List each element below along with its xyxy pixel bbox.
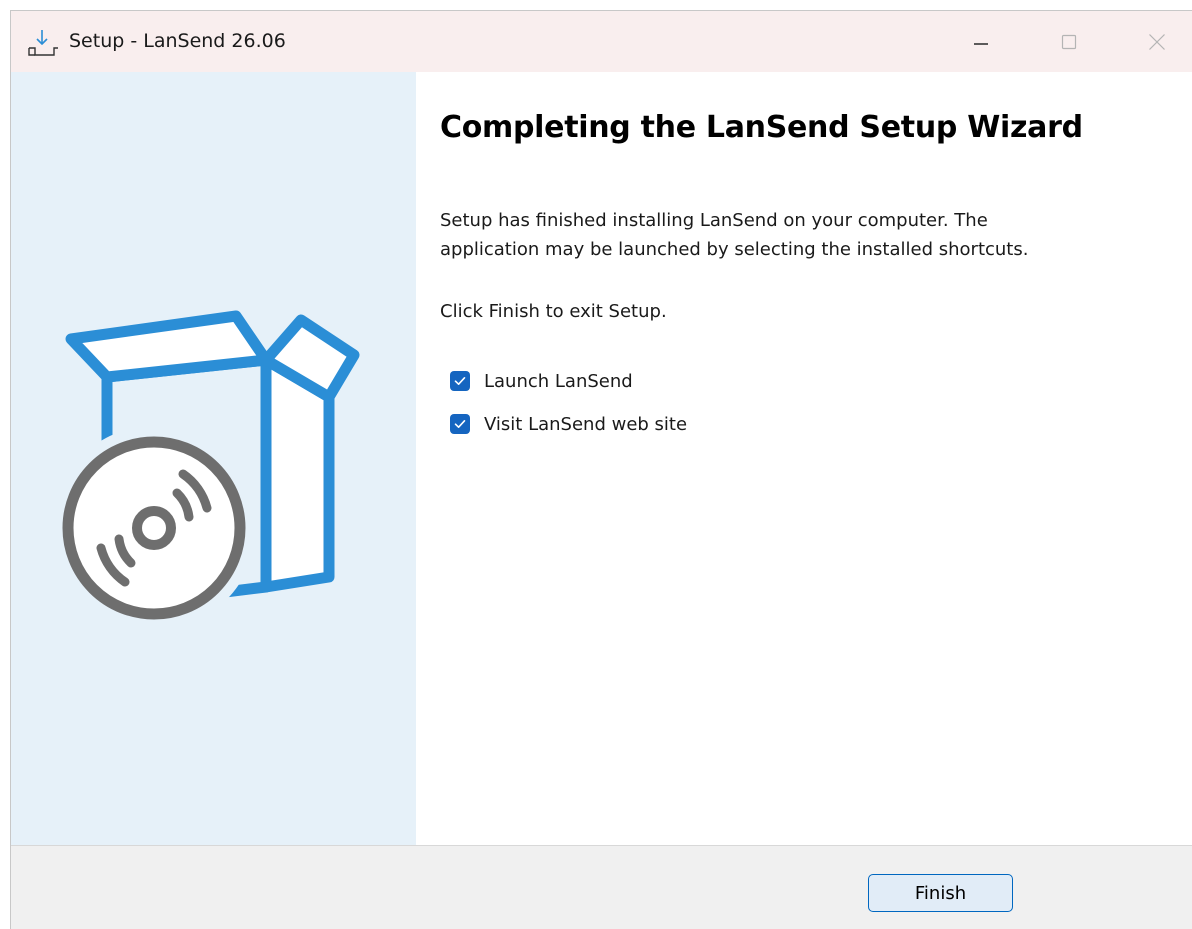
- minimize-button[interactable]: [937, 11, 1025, 72]
- wizard-sidebar: [11, 72, 416, 845]
- visit-website-option[interactable]: Visit LanSend web site: [450, 411, 687, 437]
- page-title: Completing the LanSend Setup Wizard: [440, 110, 1083, 145]
- visit-website-label[interactable]: Visit LanSend web site: [484, 414, 687, 435]
- setup-window: Setup - LanSend 26.06 Completing the Lan…: [10, 10, 1192, 929]
- description-line-2: application may be launched by selecting…: [440, 239, 1029, 260]
- finish-hint: Click Finish to exit Setup.: [440, 301, 667, 322]
- open-box-with-disc-icon: [52, 310, 360, 630]
- checkmark-icon: [454, 420, 466, 428]
- checkmark-icon: [454, 377, 466, 385]
- launch-lansend-option[interactable]: Launch LanSend: [450, 368, 633, 394]
- description-line-1: Setup has finished installing LanSend on…: [440, 210, 988, 231]
- launch-lansend-checkbox[interactable]: [450, 371, 470, 391]
- wizard-content: Completing the LanSend Setup Wizard Setu…: [416, 72, 1192, 845]
- close-icon: [1149, 33, 1165, 50]
- close-button[interactable]: [1113, 11, 1192, 72]
- launch-lansend-label[interactable]: Launch LanSend: [484, 371, 633, 392]
- maximize-button[interactable]: [1025, 11, 1113, 72]
- completion-description: Setup has finished installing LanSend on…: [440, 206, 1180, 264]
- window-title: Setup - LanSend 26.06: [69, 30, 286, 52]
- maximize-icon: [1061, 34, 1077, 49]
- visit-website-checkbox[interactable]: [450, 414, 470, 434]
- finish-button[interactable]: Finish: [868, 874, 1013, 912]
- title-bar[interactable]: Setup - LanSend 26.06: [11, 11, 1192, 72]
- minimize-icon: [974, 42, 988, 45]
- wizard-footer: Finish: [11, 845, 1192, 929]
- download-tray-icon: [28, 30, 58, 56]
